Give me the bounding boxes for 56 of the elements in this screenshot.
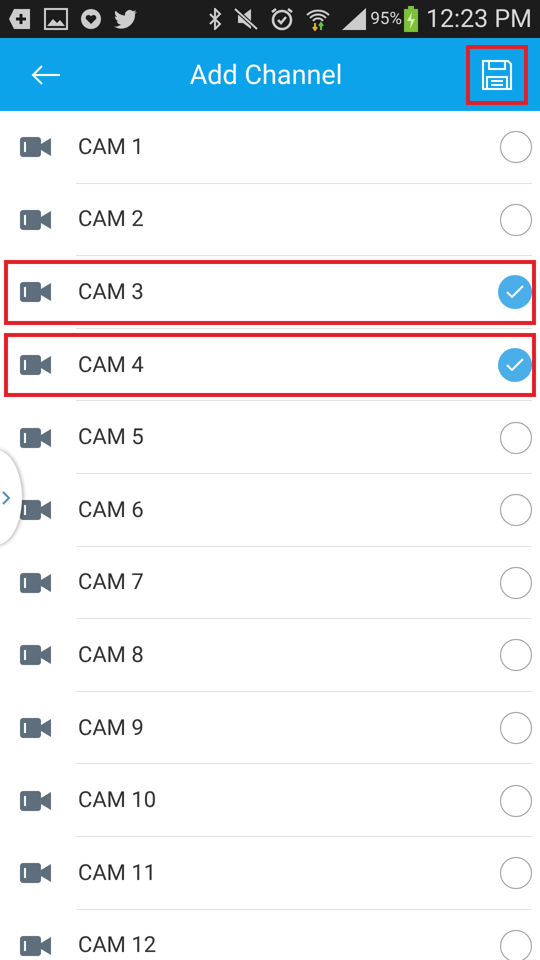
bird-icon	[114, 9, 138, 29]
bluetooth-icon	[208, 8, 222, 30]
channel-checkbox[interactable]	[500, 857, 532, 890]
channel-checkbox[interactable]	[500, 930, 532, 960]
back-arrow-icon	[31, 64, 61, 86]
channel-name[interactable]: CAM 11	[78, 860, 500, 886]
channel-name[interactable]: CAM 9	[78, 716, 500, 741]
channel-checkbox[interactable]	[500, 494, 532, 526]
channel-checkbox[interactable]	[500, 784, 532, 817]
video-camera-icon	[20, 936, 51, 956]
channel-checkbox[interactable]	[498, 348, 532, 382]
alarm-clock-icon	[270, 7, 294, 31]
chevron-right-icon	[2, 490, 10, 504]
video-camera-icon	[20, 137, 51, 158]
video-camera-icon	[20, 500, 51, 520]
signal-icon	[342, 8, 366, 30]
video-camera-icon	[20, 718, 51, 738]
channel-name[interactable]: CAM 8	[78, 642, 500, 668]
video-camera-icon	[20, 790, 51, 811]
channel-checkbox[interactable]	[500, 639, 532, 672]
charging-battery-icon	[404, 6, 418, 32]
channel-name[interactable]: CAM 2	[78, 207, 500, 232]
heart-badge-icon	[80, 8, 102, 30]
video-camera-icon	[20, 572, 51, 593]
channel-name[interactable]: CAM 4	[78, 352, 498, 378]
video-camera-icon	[20, 210, 51, 230]
screen-title: Add Channel	[188, 58, 344, 90]
channel-checkbox[interactable]	[498, 275, 532, 310]
channel-name[interactable]: CAM 1	[78, 134, 500, 160]
channel-checkbox[interactable]	[500, 712, 532, 744]
highlighted-channel-row[interactable]: CAM 4	[0, 328, 540, 402]
channel-name[interactable]: CAM 6	[78, 498, 500, 523]
checkmark-icon	[505, 284, 525, 300]
highlighted-channel-row[interactable]: CAM 3	[0, 256, 540, 329]
channel-name[interactable]: CAM 5	[78, 425, 500, 450]
channel-name[interactable]: CAM 3	[78, 280, 498, 305]
video-camera-icon	[20, 645, 51, 666]
channel-checkbox[interactable]	[500, 566, 532, 599]
channel-checkbox[interactable]	[500, 204, 532, 236]
battery-percentage: 95%	[370, 9, 402, 29]
video-camera-icon	[20, 428, 51, 448]
channel-name[interactable]: CAM 10	[78, 788, 500, 814]
channel-name[interactable]: CAM 7	[78, 570, 500, 596]
channel-checkbox[interactable]	[500, 422, 532, 454]
video-camera-icon	[20, 355, 51, 376]
mute-icon	[234, 8, 258, 30]
channel-checkbox[interactable]	[500, 131, 532, 164]
video-camera-icon	[20, 863, 51, 884]
clock-time: 12:23 PM	[426, 4, 532, 34]
add-notification-icon	[8, 8, 32, 30]
channel-name[interactable]: CAM 12	[78, 933, 500, 958]
wifi-icon	[306, 7, 330, 31]
checkmark-icon	[505, 357, 525, 374]
video-camera-icon	[20, 282, 51, 302]
save-button[interactable]	[466, 44, 528, 104]
image-icon	[44, 8, 68, 30]
